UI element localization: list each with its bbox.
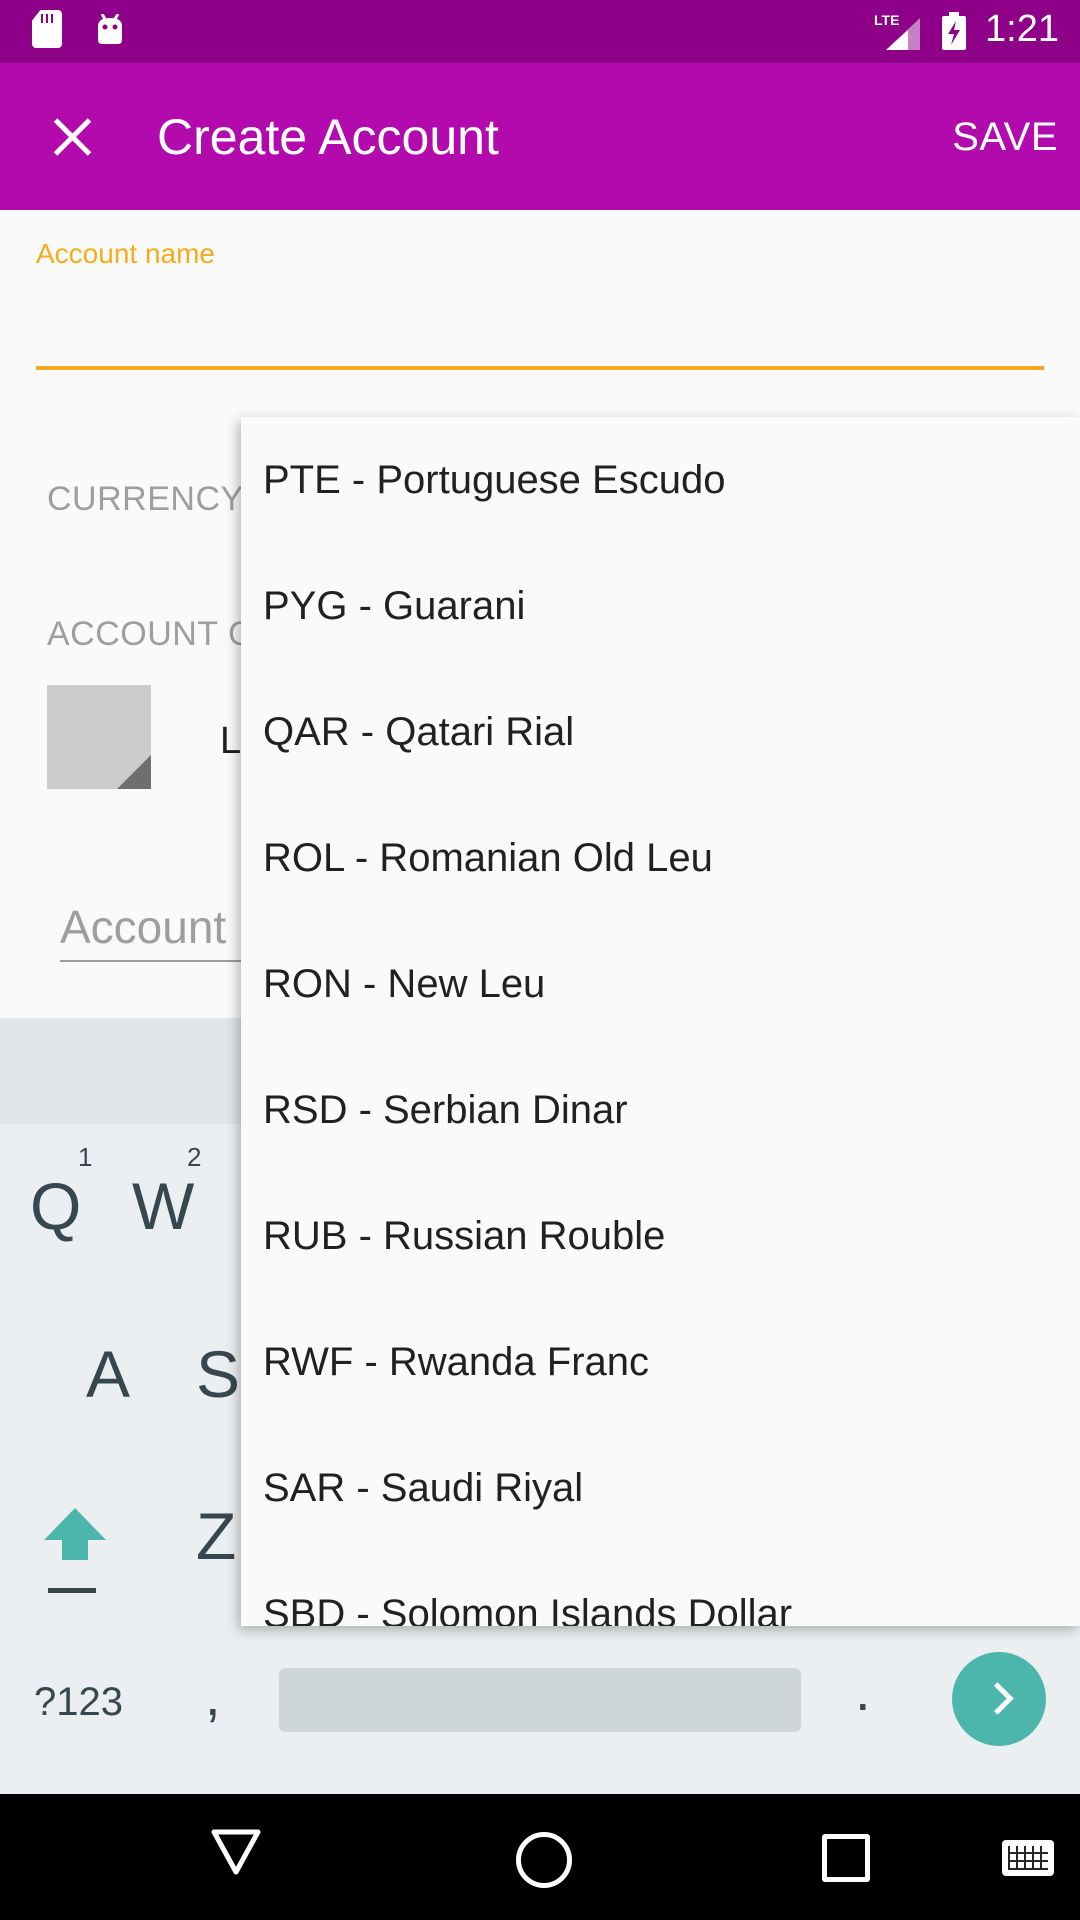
dropdown-item[interactable]: PTE - Portuguese Escudo <box>241 417 1080 543</box>
chevron-right-icon[interactable] <box>952 1652 1046 1746</box>
currency-dropdown[interactable]: PTE - Portuguese Escudo PYG - Guarani QA… <box>241 417 1080 1626</box>
save-button[interactable]: SAVE <box>952 115 1058 160</box>
key-s[interactable]: S <box>196 1336 240 1412</box>
account-color-swatch[interactable] <box>47 685 151 789</box>
page-title: Create Account <box>157 109 499 165</box>
color-swatch-text: L <box>220 720 242 762</box>
status-bar: LTE 1:21 <box>0 0 1080 63</box>
key-q-hint: 1 <box>78 1142 93 1172</box>
keyboard-icon[interactable] <box>1002 1840 1054 1876</box>
comma-key[interactable]: , <box>205 1663 221 1728</box>
dropdown-item[interactable]: SBD - Solomon Islands Dollar <box>241 1551 1080 1626</box>
space-bar[interactable] <box>279 1668 801 1732</box>
symbols-key[interactable]: ?123 <box>34 1680 123 1725</box>
dropdown-item[interactable]: RON - New Leu <box>241 921 1080 1047</box>
sd-card-icon <box>32 10 62 48</box>
app-bar: Create Account SAVE <box>0 63 1080 210</box>
period-key[interactable]: . <box>855 1658 871 1723</box>
nav-home-circle-icon[interactable] <box>516 1832 572 1888</box>
battery-charging-icon <box>942 12 966 50</box>
dropdown-item[interactable]: SAR - Saudi Riyal <box>241 1425 1080 1551</box>
close-icon[interactable] <box>40 105 104 169</box>
key-a[interactable]: A <box>86 1336 130 1412</box>
key-q[interactable]: Q <box>30 1168 81 1244</box>
dropdown-item[interactable]: RSD - Serbian Dinar <box>241 1047 1080 1173</box>
android-debug-icon <box>94 14 126 44</box>
dropdown-item[interactable]: QAR - Qatari Rial <box>241 669 1080 795</box>
dropdown-item[interactable]: RWF - Rwanda Franc <box>241 1299 1080 1425</box>
account-name-label: Account name <box>36 238 215 269</box>
dropdown-item[interactable]: RUB - Russian Rouble <box>241 1173 1080 1299</box>
currency-label: CURRENCY <box>47 480 244 518</box>
account-color-label: ACCOUNT C <box>47 615 253 653</box>
dropdown-item[interactable]: ROL - Romanian Old Leu <box>241 795 1080 921</box>
shift-arrow-icon[interactable] <box>44 1508 106 1568</box>
key-w-hint: 2 <box>187 1142 202 1172</box>
nav-recents-square-icon[interactable] <box>822 1834 870 1882</box>
account-name-input[interactable] <box>36 270 1044 370</box>
shift-indicator <box>48 1588 96 1593</box>
nav-back-triangle-icon[interactable] <box>210 1828 262 1881</box>
system-nav-bar <box>0 1794 1080 1920</box>
status-clock: 1:21 <box>985 8 1059 50</box>
dropdown-item[interactable]: PYG - Guarani <box>241 543 1080 669</box>
signal-strength-icon <box>886 18 920 50</box>
key-z[interactable]: Z <box>196 1498 236 1574</box>
key-w[interactable]: W <box>132 1168 194 1244</box>
